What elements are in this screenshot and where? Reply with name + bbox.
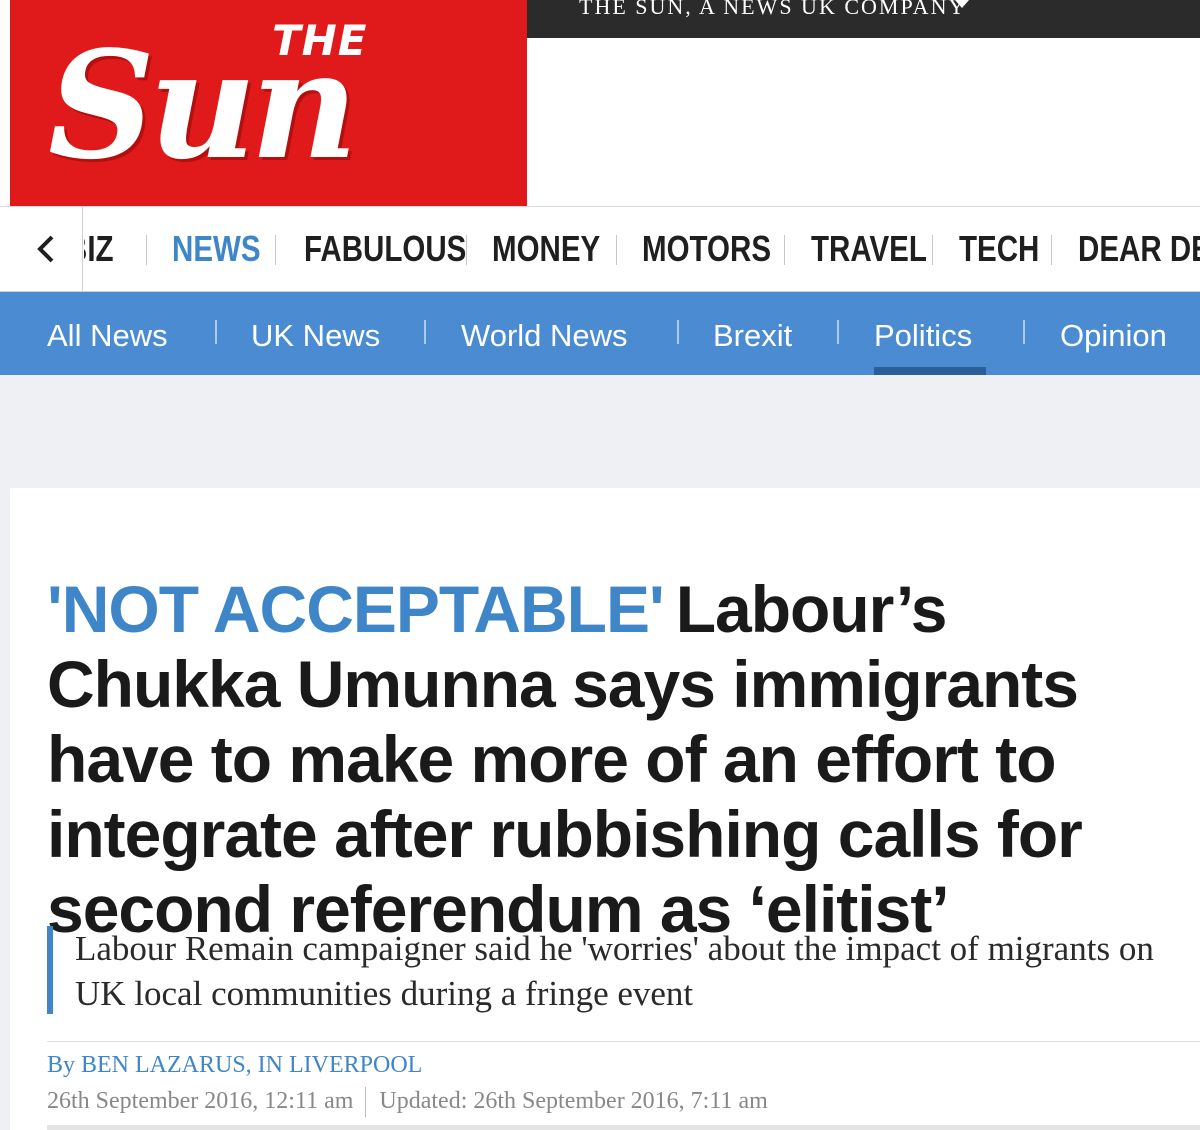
section-nav-back-button[interactable] <box>10 207 83 291</box>
section-item-motors[interactable]: MOTORS <box>642 227 771 271</box>
updated-date: Updated: 26th September 2016, 7:11 am <box>379 1088 768 1114</box>
section-divider <box>466 235 467 265</box>
section-nav: BIZ NEWS FABULOUS MONEY MOTORS TRAVEL TE… <box>0 206 1200 293</box>
subnav-divider <box>1023 320 1025 344</box>
section-item-tech[interactable]: TECH <box>959 227 1039 271</box>
subnav-divider <box>424 320 426 344</box>
section-item-travel[interactable]: TRAVEL <box>811 227 927 271</box>
headline-kicker: 'NOT ACCEPTABLE' <box>47 572 665 647</box>
active-subnav-indicator <box>874 367 986 375</box>
section-divider <box>616 235 617 265</box>
subnav-divider <box>837 320 839 344</box>
section-nav-items: BIZ NEWS FABULOUS MONEY MOTORS TRAVEL TE… <box>84 207 1200 291</box>
logo-sun-text: Sun <box>48 18 358 192</box>
section-item-biz[interactable]: BIZ <box>84 227 114 271</box>
published-date: 26th September 2016, 12:11 am <box>47 1088 354 1114</box>
article: 'NOT ACCEPTABLE' Labour’s Chukka Umunna s… <box>10 488 1200 1130</box>
news-sub-nav: All News UK News World News Brexit Polit… <box>0 292 1200 375</box>
section-item-news[interactable]: NEWS <box>172 227 261 271</box>
article-headline: 'NOT ACCEPTABLE' Labour’s Chukka Umunna s… <box>47 572 1177 947</box>
chevron-left-icon <box>37 235 54 263</box>
masthead: THE Sun THE SUN, A NEWS UK COMPANY <box>0 0 1200 206</box>
date-divider <box>365 1087 367 1118</box>
article-standfirst: Labour Remain campaigner said he 'worrie… <box>47 926 1177 1014</box>
caret-down-icon <box>955 0 969 8</box>
section-divider <box>784 235 785 265</box>
author-byline[interactable]: By BEN LAZARUS, IN LIVERPOOL <box>47 1052 422 1079</box>
section-divider <box>275 235 276 265</box>
subnav-world-news[interactable]: World News <box>461 316 628 356</box>
section-item-dear-deidre[interactable]: DEAR DEIDRE <box>1078 227 1200 271</box>
byline-divider <box>47 1041 1200 1042</box>
section-divider <box>146 235 147 265</box>
subnav-opinion[interactable]: Opinion <box>1060 316 1167 356</box>
section-divider <box>932 235 933 265</box>
subnav-brexit[interactable]: Brexit <box>713 316 792 356</box>
subnav-divider <box>677 320 679 344</box>
subnav-divider <box>215 320 217 344</box>
the-sun-logo[interactable]: THE Sun <box>10 0 527 206</box>
company-bar[interactable]: THE SUN, A NEWS UK COMPANY <box>527 0 1200 38</box>
article-dates: 26th September 2016, 12:11 am Updated: 26… <box>47 1086 768 1118</box>
subnav-politics[interactable]: Politics <box>874 316 972 356</box>
subnav-all-news[interactable]: All News <box>47 316 168 356</box>
section-item-fabulous[interactable]: FABULOUS <box>304 227 466 271</box>
section-divider <box>1051 235 1052 265</box>
bottom-rule <box>47 1125 1200 1130</box>
section-item-money[interactable]: MONEY <box>492 227 600 271</box>
subnav-uk-news[interactable]: UK News <box>251 316 380 356</box>
company-label: THE SUN, A NEWS UK COMPANY <box>579 0 967 19</box>
